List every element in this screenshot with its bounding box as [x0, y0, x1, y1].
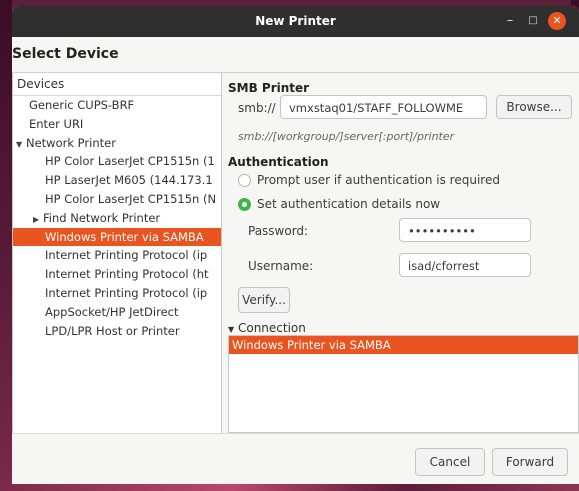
devices-column-header[interactable]: Devices — [13, 73, 221, 96]
device-item[interactable]: HP Color LaserJet CP1515n (N — [13, 190, 221, 209]
device-item[interactable]: Internet Printing Protocol (ip — [13, 284, 221, 303]
connection-item[interactable]: Windows Printer via SAMBA — [229, 336, 578, 354]
connection-label: Connection — [237, 321, 306, 335]
forward-button[interactable]: Forward — [492, 448, 568, 476]
prompt-auth-radio[interactable] — [238, 174, 251, 187]
connection-list[interactable]: Windows Printer via SAMBA — [228, 335, 579, 433]
device-item-label: Windows Printer via SAMBA — [45, 229, 204, 244]
device-item[interactable]: ▼ Network Printer — [13, 134, 221, 153]
browse-button[interactable]: Browse... — [496, 95, 572, 119]
new-printer-dialog: New Printer – □ ✕ Select Device Devices … — [12, 6, 579, 484]
cancel-button[interactable]: Cancel — [415, 448, 485, 476]
set-auth-radio[interactable] — [238, 198, 251, 211]
username-label: Username: — [248, 259, 314, 273]
device-item[interactable]: AppSocket/HP JetDirect — [13, 303, 221, 322]
device-item[interactable]: ▶ Find Network Printer — [13, 209, 221, 228]
verify-button[interactable]: Verify... — [238, 287, 290, 313]
prompt-auth-label[interactable]: Prompt user if authentication is require… — [257, 173, 500, 187]
device-item[interactable]: Internet Printing Protocol (ip — [13, 246, 221, 265]
device-item[interactable]: Windows Printer via SAMBA — [13, 227, 221, 247]
set-auth-label[interactable]: Set authentication details now — [257, 197, 440, 211]
device-item-label: HP LaserJet M605 (144.173.1 — [45, 173, 213, 188]
device-item[interactable]: HP Color LaserJet CP1515n (1 — [13, 152, 221, 171]
device-item[interactable]: HP LaserJet M605 (144.173.1 — [13, 171, 221, 190]
device-item-label: HP Color LaserJet CP1515n (N — [45, 191, 217, 206]
divider — [12, 433, 579, 434]
device-item-label: Internet Printing Protocol (ht — [45, 267, 209, 282]
device-item[interactable]: Enter URI — [13, 115, 221, 134]
minimize-icon[interactable]: – — [501, 12, 519, 30]
page-heading: Select Device — [12, 46, 119, 62]
smb-printer-label: SMB Printer — [228, 81, 310, 95]
close-icon[interactable]: ✕ — [548, 12, 566, 30]
device-item-label: HP Color LaserJet CP1515n (1 — [45, 154, 215, 169]
password-field[interactable]: •••••••••• — [399, 218, 531, 242]
smb-prefix-label: smb:// — [238, 101, 276, 115]
device-item-label: Internet Printing Protocol (ip — [45, 248, 208, 263]
device-item-label: LPD/LPR Host or Printer — [45, 323, 180, 338]
username-field[interactable]: isad/cforrest — [399, 253, 531, 277]
device-item[interactable]: LPD/LPR Host or Printer — [13, 322, 221, 341]
device-rows: Generic CUPS-BRF Enter URI ▼ Network Printe… — [13, 96, 221, 340]
device-item-label: Internet Printing Protocol (ip — [45, 285, 208, 300]
device-item-label: Network Printer — [26, 135, 116, 150]
device-item-label: Generic CUPS-BRF — [29, 98, 135, 112]
smb-uri-hint: smb://[workgroup/]server[:port]/printer — [238, 130, 455, 143]
device-item-label: Enter URI — [29, 116, 84, 131]
devices-list[interactable]: Devices Generic CUPS-BRF Enter URI ▼ Networ… — [12, 73, 222, 434]
chevron-down-icon: ▼ — [228, 325, 235, 334]
device-item-label: AppSocket/HP JetDirect — [45, 304, 179, 319]
password-label: Password: — [248, 224, 309, 238]
device-item[interactable]: Generic CUPS-BRF — [13, 96, 221, 115]
maximize-icon[interactable]: □ — [524, 12, 542, 30]
device-item-label: Find Network Printer — [43, 210, 161, 225]
authentication-label: Authentication — [228, 155, 329, 169]
desktop-background-left — [0, 0, 12, 491]
title-bar[interactable]: New Printer – □ ✕ — [12, 6, 579, 37]
chevron-right-icon[interactable]: ▶ — [33, 211, 43, 228]
device-item[interactable]: Internet Printing Protocol (ht — [13, 265, 221, 284]
window-title: New Printer — [255, 14, 336, 28]
chevron-down-icon[interactable]: ▼ — [16, 136, 26, 153]
connection-expander[interactable]: ▼ Connection — [228, 321, 306, 335]
smb-path-input[interactable]: vmxstaq01/STAFF_FOLLOWME — [280, 95, 487, 119]
